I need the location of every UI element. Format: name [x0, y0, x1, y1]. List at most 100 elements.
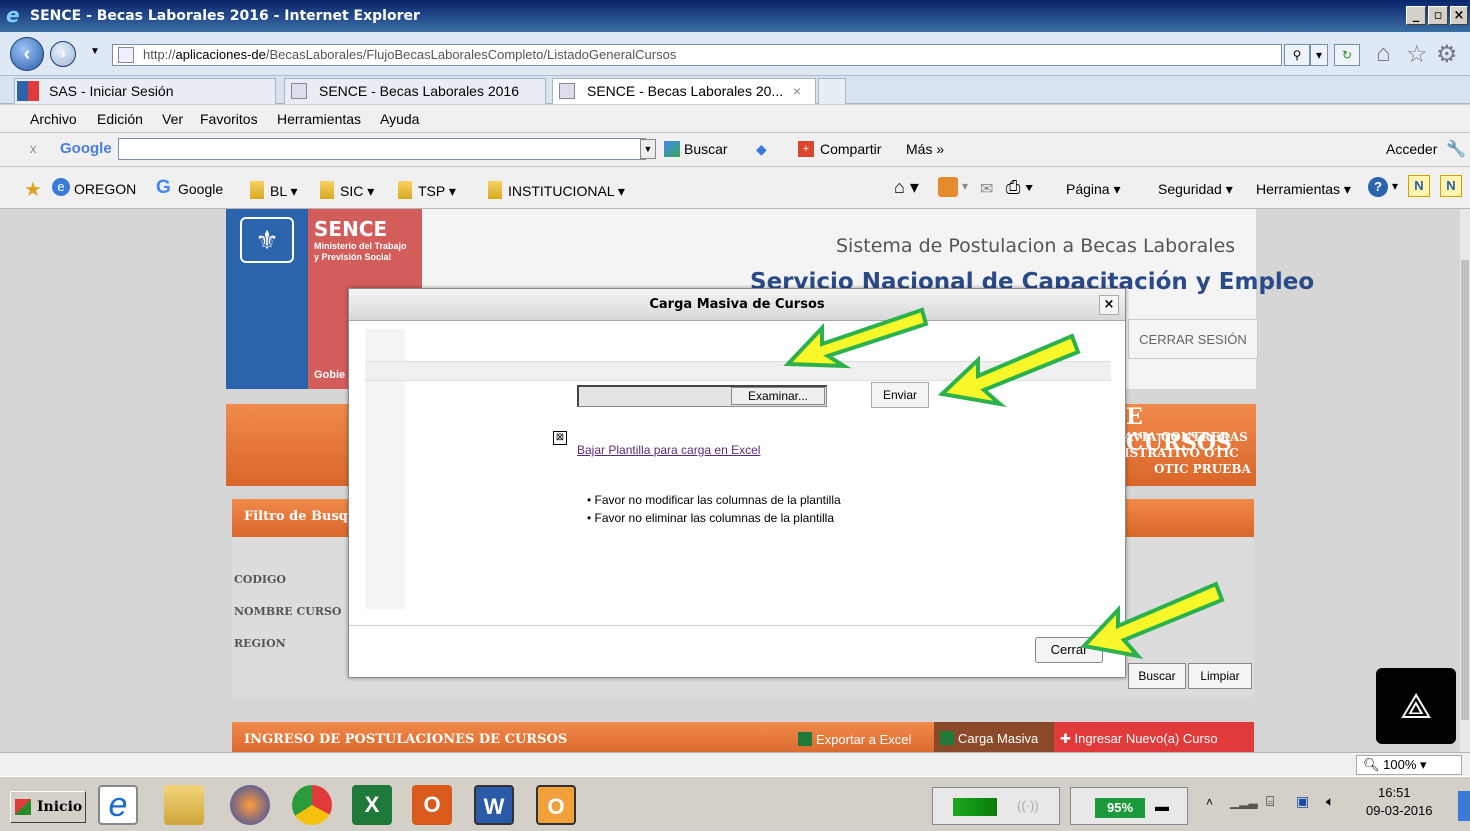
buscar-button[interactable]: Buscar [684, 141, 728, 157]
close-toolbar-icon[interactable]: x [30, 141, 37, 156]
page-icon [559, 83, 575, 99]
tab-close-icon[interactable]: × [793, 79, 801, 103]
tray-device-icon[interactable]: ⌸ [1266, 793, 1274, 810]
minimize-button[interactable]: _ [1406, 6, 1426, 25]
tab-strip: SAS - Iniciar Sesión SENCE - Becas Labor… [0, 76, 1470, 104]
new-tab-button[interactable] [818, 78, 846, 104]
search-dropdown-icon[interactable]: ▼ [640, 139, 656, 159]
fav-bl[interactable]: BL ▾ [250, 181, 298, 200]
home-icon[interactable]: ⌂ ▾ [894, 177, 919, 198]
home-icon[interactable]: ⌂ [1376, 40, 1391, 68]
help-dropdown-icon[interactable]: ▾ [1392, 179, 1398, 193]
favorites-bar: ★ e OREGON G Google BL ▾ SIC ▾ TSP ▾ INS… [0, 167, 1470, 209]
excel-taskbar-icon[interactable]: X [352, 785, 392, 825]
forward-button[interactable]: › [50, 41, 76, 67]
fav-sic[interactable]: SIC ▾ [320, 181, 374, 200]
page-icon [291, 83, 307, 99]
search-icon[interactable]: ⚲ [1284, 44, 1310, 66]
menu-archivo[interactable]: Archivo [30, 111, 77, 127]
menu-ayuda[interactable]: Ayuda [380, 111, 419, 127]
pagina-menu[interactable]: Página ▾ [1066, 181, 1121, 198]
bajar-plantilla-link[interactable]: Bajar Plantilla para carga en Excel [577, 443, 760, 457]
folder-icon [320, 181, 334, 199]
cerrar-sesion-button[interactable]: CERRAR SESIÓN [1128, 319, 1258, 359]
file-input[interactable]: Examinar... [577, 385, 827, 407]
maximize-button[interactable]: ▫ [1428, 6, 1448, 25]
signal-bars-icon [953, 798, 997, 816]
ie-taskbar-icon[interactable]: e [98, 785, 138, 825]
carga-masiva-button[interactable]: Carga Masiva [934, 722, 1054, 752]
herramientas-menu[interactable]: Herramientas ▾ [1256, 181, 1351, 198]
tray-signal-icon[interactable]: ▁▂▃ [1230, 795, 1258, 809]
feeds-icon[interactable] [938, 177, 958, 197]
folder-icon [488, 181, 502, 199]
buscar-button[interactable]: Buscar [1128, 663, 1186, 689]
start-button[interactable]: Inicio [10, 791, 86, 823]
url-host: aplicaciones-de [175, 47, 266, 62]
exportar-excel-button[interactable]: Exportar a Excel [798, 732, 911, 747]
wrench-icon[interactable]: 🔧 [1446, 139, 1466, 159]
clock-time: 16:51 [1378, 785, 1411, 800]
google-search-input[interactable] [118, 138, 646, 160]
powerpoint-taskbar-icon[interactable]: O [412, 785, 452, 825]
tab-sas[interactable]: SAS - Iniciar Sesión [14, 78, 276, 104]
user-name: AVIA CONTRERAS [1124, 430, 1248, 444]
diamond-icon[interactable]: ◆ [756, 141, 767, 158]
compartir-button[interactable]: Compartir [820, 141, 881, 157]
fav-google[interactable]: Google [178, 181, 223, 197]
fav-institucional[interactable]: INSTITUCIONAL ▾ [488, 181, 625, 200]
acceder-button[interactable]: Acceder [1386, 141, 1437, 157]
logo-sub2: y Previsión Social [314, 252, 392, 262]
tab-label: SAS - Iniciar Sesión [49, 83, 174, 99]
menu-ver[interactable]: Ver [162, 111, 183, 127]
tray-display-icon[interactable]: ▣ [1296, 793, 1309, 810]
dialog-close-button[interactable]: × [1099, 295, 1119, 315]
google-toolbar: x Google ▼ Buscar ◆ + Compartir Más » Ac… [0, 133, 1470, 167]
print-icon[interactable]: ⎙ ▾ [1006, 177, 1033, 198]
menu-edicion[interactable]: Edición [97, 111, 143, 127]
tab-sence-1[interactable]: SENCE - Becas Laborales 2016 [284, 78, 546, 104]
accessibility-badge-icon[interactable]: ⟁ [1376, 668, 1456, 744]
mas-button[interactable]: Más » [906, 141, 944, 157]
menu-favoritos[interactable]: Favoritos [200, 111, 258, 127]
fav-oregon[interactable]: OREGON [74, 181, 136, 197]
fav-tsp[interactable]: TSP ▾ [398, 181, 456, 200]
onenote-icon[interactable]: N [1440, 175, 1462, 197]
back-button[interactable]: ‹ [10, 37, 44, 71]
url-path: /BecasLaborales/FlujoBecasLaboralesCompl… [265, 47, 677, 62]
examinar-button[interactable]: Examinar... [731, 387, 825, 405]
onenote-icon[interactable]: N [1408, 175, 1430, 197]
tray-expand-icon[interactable]: ˄ [1206, 795, 1213, 809]
ingresar-curso-button[interactable]: ✚ Ingresar Nuevo(a) Curso [1054, 722, 1254, 752]
outlook-taskbar-icon[interactable]: O [536, 785, 576, 825]
nav-dropdown-icon[interactable]: ▼ [90, 46, 100, 57]
favorites-star-icon[interactable]: ☆ [1406, 40, 1428, 69]
filter-title: Filtro de Busq [244, 509, 348, 524]
help-icon[interactable]: ? [1368, 177, 1388, 197]
scrollbar-thumb[interactable] [1461, 260, 1469, 720]
volume-icon[interactable]: 🔈︎ [1326, 793, 1334, 810]
zoom-control[interactable]: 🔍︎ 100% ▾ [1356, 755, 1462, 775]
word-taskbar-icon[interactable]: W [474, 785, 514, 825]
refresh-icon[interactable]: ↻ [1334, 44, 1360, 66]
tab-sence-2[interactable]: SENCE - Becas Laborales 20... × [552, 78, 816, 104]
address-dropdown-icon[interactable]: ▾ [1310, 44, 1328, 66]
explorer-taskbar-icon[interactable] [164, 785, 204, 825]
address-input[interactable]: http://aplicaciones-de/BecasLaborales/Fl… [112, 44, 1282, 66]
mail-icon[interactable]: ✉ [980, 179, 993, 199]
enviar-button[interactable]: Enviar [871, 382, 929, 408]
close-window-button[interactable]: × [1450, 6, 1468, 25]
favorites-star-icon[interactable]: ★ [24, 177, 42, 202]
media-taskbar-icon[interactable] [230, 785, 270, 825]
limpiar-button[interactable]: Limpiar [1188, 663, 1252, 689]
feeds-dropdown-icon[interactable]: ▾ [962, 179, 968, 193]
chrome-taskbar-icon[interactable] [292, 785, 332, 825]
user-role: ISTRATIVO OTIC [1124, 446, 1239, 460]
show-desktop-button[interactable] [1458, 791, 1470, 821]
seguridad-menu[interactable]: Seguridad ▾ [1158, 181, 1233, 198]
network-widget[interactable]: ((·)) [932, 787, 1060, 825]
battery-widget[interactable]: 95% ▬ [1070, 787, 1188, 825]
google-logo: Google [60, 140, 112, 157]
menu-herramientas[interactable]: Herramientas [277, 111, 361, 127]
gear-icon[interactable]: ⚙ [1436, 40, 1458, 69]
